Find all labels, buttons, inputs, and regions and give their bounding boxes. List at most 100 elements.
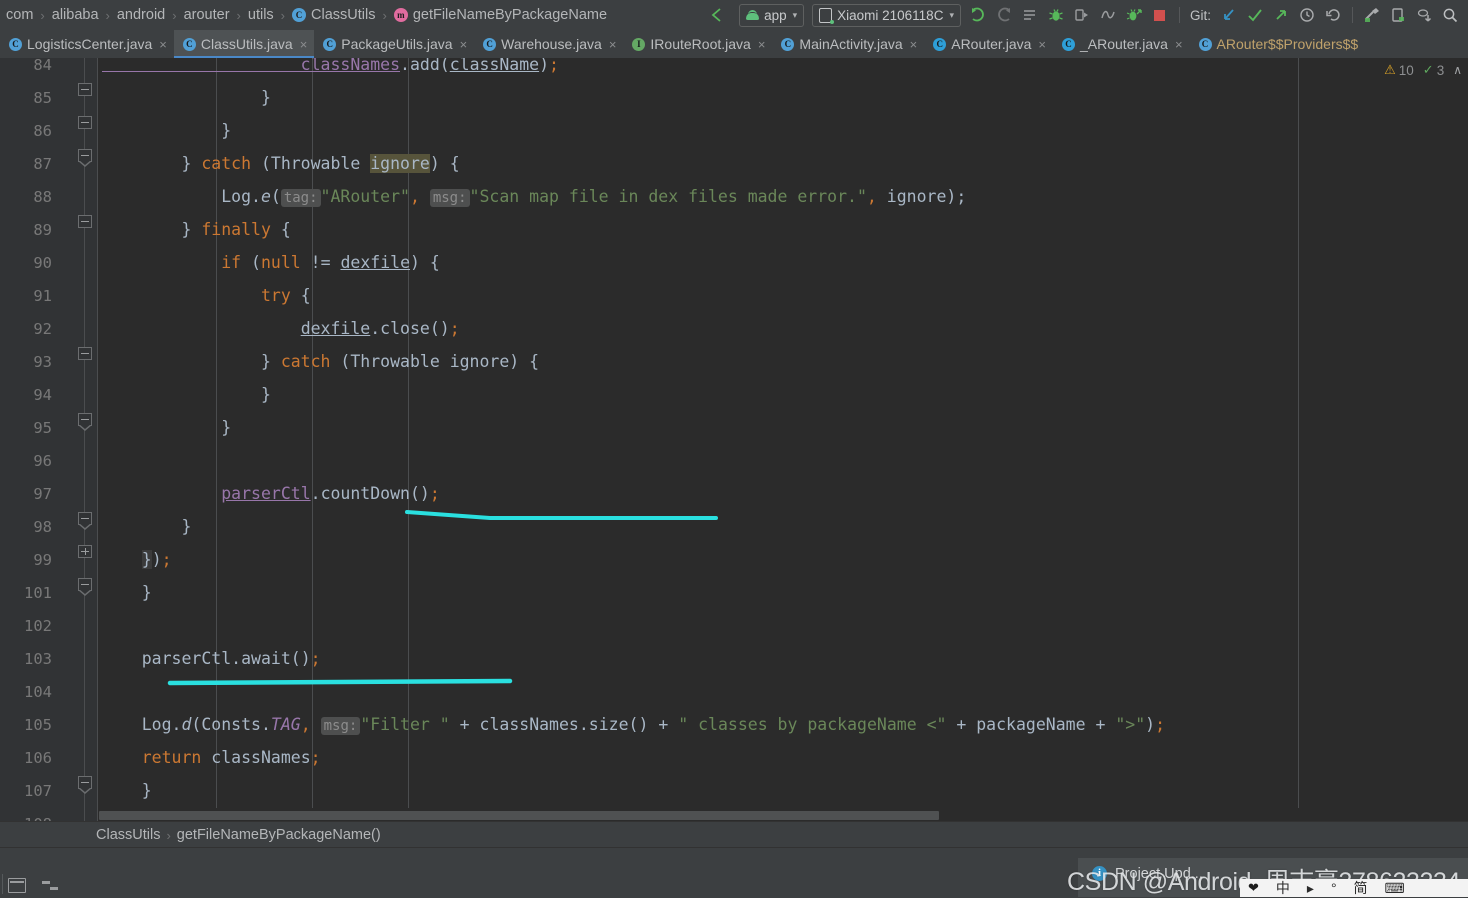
horizontal-scrollbar-track[interactable] xyxy=(99,808,1468,821)
code-line-103[interactable]: parserCtl.await(); xyxy=(100,642,321,675)
device-selector[interactable]: Xiaomi 2106118C ▾ xyxy=(812,3,961,27)
code-line-107[interactable]: } xyxy=(100,774,152,807)
code-line-102[interactable] xyxy=(100,609,102,642)
avd-manager-button[interactable] xyxy=(1386,3,1410,27)
fold-marker-region-end[interactable] xyxy=(78,149,92,162)
code-line-95[interactable]: } xyxy=(100,411,231,444)
editor-gutter[interactable]: 84 85 86 87 88 89 90 91 92 93 94 95 96 9… xyxy=(0,58,98,821)
tab-mainactivity-java[interactable]: C MainActivity.java × xyxy=(772,30,924,58)
tab-irouteroot-java[interactable]: I IRouteRoot.java × xyxy=(623,30,772,58)
fold-marker-region-end[interactable] xyxy=(78,578,92,591)
ime-heart-icon[interactable]: ❤ xyxy=(1248,880,1259,896)
ime-toolbar[interactable]: ❤ 中 ▸ ° 简 ⌨ xyxy=(1240,879,1468,897)
git-history-button[interactable] xyxy=(1295,3,1319,27)
code-line-92[interactable]: dexfile.close(); xyxy=(100,312,460,345)
git-update-project-button[interactable] xyxy=(1217,3,1241,27)
code-line-101[interactable]: } xyxy=(100,576,152,609)
debug-button[interactable] xyxy=(1044,3,1068,27)
class-icon: C xyxy=(933,37,947,51)
git-push-button[interactable] xyxy=(1269,3,1293,27)
tab-logisticscenter-java[interactable]: C LogisticsCenter.java × xyxy=(0,30,174,58)
breadcrumb-item-method[interactable]: m getFileNameByPackageName xyxy=(392,7,609,23)
close-icon[interactable]: × xyxy=(460,37,468,52)
sdk-manager-button[interactable] xyxy=(1360,3,1384,27)
tab-classutils-java[interactable]: C ClassUtils.java × xyxy=(173,30,315,58)
attach-debugger-button[interactable] xyxy=(1070,3,1094,27)
code-line-90[interactable]: if (null != dexfile) { xyxy=(100,246,440,279)
fold-marker-collapse[interactable] xyxy=(78,347,92,360)
breadcrumb-item-alibaba[interactable]: alibaba xyxy=(50,7,101,23)
close-icon[interactable]: × xyxy=(910,37,918,52)
back-chevron-icon[interactable] xyxy=(705,3,729,27)
tab-arouter-java[interactable]: C ARouter.java × xyxy=(924,30,1053,58)
close-icon[interactable]: × xyxy=(300,37,308,52)
code-line-96[interactable] xyxy=(100,444,102,477)
close-icon[interactable]: × xyxy=(758,37,766,52)
fold-marker-region-end[interactable] xyxy=(78,776,92,789)
code-editor[interactable]: 84 85 86 87 88 89 90 91 92 93 94 95 96 9… xyxy=(0,58,1468,821)
tab-underscore-arouter-java[interactable]: C _ARouter.java × xyxy=(1053,30,1190,58)
code-line-91[interactable]: try { xyxy=(100,279,311,312)
fold-marker-region-end[interactable] xyxy=(78,413,92,426)
check-icon: ✓ xyxy=(1422,62,1434,77)
close-icon[interactable]: × xyxy=(1175,37,1183,52)
tab-label: LogisticsCenter.java xyxy=(27,36,153,52)
horizontal-scrollbar-thumb[interactable] xyxy=(99,811,939,820)
run-button[interactable] xyxy=(966,3,990,27)
inspection-widget[interactable]: ⚠ 10 ✓ 3 ∧ xyxy=(1384,62,1462,78)
stop-button[interactable] xyxy=(1148,3,1172,27)
code-line-93[interactable]: } catch (Throwable ignore) { xyxy=(100,345,539,378)
tab-packageutils-java[interactable]: C PackageUtils.java × xyxy=(314,30,474,58)
code-line-106[interactable]: return classNames; xyxy=(100,741,321,774)
code-line-97[interactable]: parserCtl.countDown(); xyxy=(100,477,440,510)
apply-changes-button[interactable] xyxy=(1018,3,1042,27)
code-line-104[interactable] xyxy=(100,675,102,708)
run-with-coverage-button[interactable] xyxy=(1122,3,1146,27)
sync-gradle-button[interactable] xyxy=(1412,3,1436,27)
fold-marker-region-end[interactable] xyxy=(78,512,92,525)
rerun-button[interactable] xyxy=(992,3,1016,27)
code-line-89[interactable]: } finally { xyxy=(100,213,290,246)
breadcrumb-label: utils xyxy=(247,7,274,23)
ime-keyboard-icon[interactable]: ⌨ xyxy=(1385,880,1405,897)
breadcrumb-class[interactable]: ClassUtils xyxy=(0,827,160,843)
search-everywhere-button[interactable] xyxy=(1438,3,1462,27)
breadcrumb-item-android[interactable]: android xyxy=(115,7,167,23)
code-line-105[interactable]: Log.d(Consts.TAG, msg: "Filter " + classN… xyxy=(100,708,1165,741)
ime-punctuation-icon[interactable]: ° xyxy=(1331,880,1337,896)
ime-play-icon[interactable]: ▸ xyxy=(1307,880,1314,897)
code-line-86[interactable]: } xyxy=(100,114,231,147)
code-line-85[interactable]: } xyxy=(100,81,271,114)
fold-marker-collapse[interactable] xyxy=(78,215,92,228)
breadcrumb-item-classutils[interactable]: C ClassUtils xyxy=(290,7,377,23)
ime-chinese-mode[interactable]: 中 xyxy=(1276,879,1290,897)
breadcrumb-item-utils[interactable]: utils xyxy=(246,7,276,23)
breadcrumb-item-com[interactable]: com xyxy=(4,7,35,23)
ime-simplified-mode[interactable]: 简 xyxy=(1354,879,1368,897)
code-line-99[interactable]: }); xyxy=(100,543,172,576)
warning-icon: ⚠ xyxy=(1384,62,1396,77)
layout-toggle-icon[interactable] xyxy=(42,879,58,892)
fold-marker-collapse[interactable] xyxy=(78,116,92,129)
breadcrumb-item-arouter[interactable]: arouter xyxy=(182,7,232,23)
fold-marker-collapse[interactable] xyxy=(78,83,92,96)
tab-warehouse-java[interactable]: C Warehouse.java × xyxy=(474,30,623,58)
breadcrumb-method[interactable]: getFileNameByPackageName() xyxy=(177,827,381,843)
close-icon[interactable]: × xyxy=(159,37,167,52)
close-icon[interactable]: × xyxy=(1038,37,1046,52)
code-line-94[interactable]: } xyxy=(100,378,271,411)
git-rollback-button[interactable] xyxy=(1321,3,1345,27)
run-configuration-selector[interactable]: app ▾ xyxy=(739,3,805,27)
tab-arouter-providers[interactable]: C ARouter$$Providers$$ xyxy=(1190,30,1366,58)
code-line-84[interactable]: classNames.add(className); xyxy=(100,58,559,81)
code-content[interactable]: classNames.add(className); } } } catch (… xyxy=(98,58,1468,821)
git-commit-button[interactable] xyxy=(1243,3,1267,27)
close-icon[interactable]: × xyxy=(609,37,617,52)
code-line-98[interactable]: } xyxy=(100,510,191,543)
profiler-button[interactable] xyxy=(1096,3,1120,27)
code-line-87[interactable]: } catch (Throwable ignore) { xyxy=(100,147,460,180)
fold-marker-expand[interactable] xyxy=(78,545,92,558)
project-tool-window-icon[interactable] xyxy=(8,878,26,893)
code-line-88[interactable]: Log.e(tag: "ARouter", msg: "Scan map file … xyxy=(100,180,966,213)
chevron-down-icon: ▾ xyxy=(949,9,954,20)
